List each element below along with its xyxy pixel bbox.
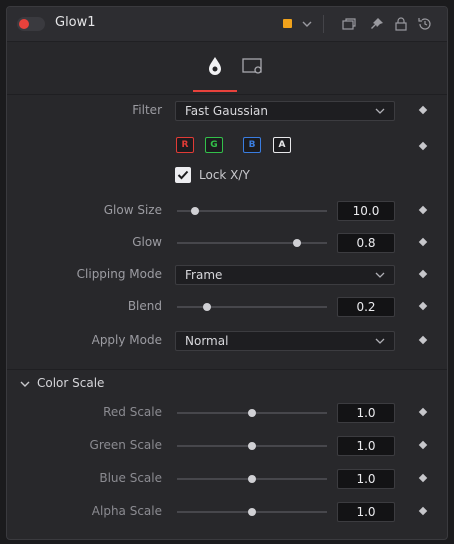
slider-knob[interactable]: [248, 409, 256, 417]
green-scale-value[interactable]: 1.0: [337, 436, 395, 456]
slider-knob[interactable]: [191, 207, 199, 215]
chevron-down-icon: [375, 108, 385, 114]
keyframe-diamond[interactable]: [418, 440, 428, 450]
apply-mode-value: Normal: [185, 334, 229, 348]
keyframe-diamond[interactable]: [418, 506, 428, 516]
node-title: Glow1: [55, 15, 96, 30]
green-scale-row: Green Scale 1.0: [7, 434, 447, 458]
chevron-down-icon: [20, 381, 30, 387]
apply-mode-label: Apply Mode: [91, 333, 162, 347]
glow-size-slider[interactable]: [177, 207, 327, 215]
slider-knob[interactable]: [203, 303, 211, 311]
pin-icon[interactable]: [369, 16, 385, 32]
keyframe-diamond[interactable]: [418, 237, 428, 247]
active-tab-indicator: [193, 90, 237, 92]
red-scale-value[interactable]: 1.0: [337, 403, 395, 423]
reset-icon[interactable]: [417, 16, 433, 32]
glow-size-label: Glow Size: [103, 203, 162, 217]
enable-dot: [19, 19, 29, 29]
clipping-mode-row: Clipping Mode Frame: [7, 263, 447, 287]
apply-mode-row: Apply Mode Normal: [7, 329, 447, 353]
clipping-mode-label: Clipping Mode: [76, 267, 162, 281]
clipping-mode-value: Frame: [185, 268, 223, 282]
color-scale-section-header[interactable]: Color Scale: [7, 369, 447, 396]
alpha-scale-slider[interactable]: [177, 508, 327, 516]
alpha-scale-row: Alpha Scale 1.0: [7, 500, 447, 524]
lock-xy-checkbox[interactable]: [175, 167, 191, 183]
blue-scale-row: Blue Scale 1.0: [7, 467, 447, 491]
slider-knob[interactable]: [248, 475, 256, 483]
channel-alpha-button[interactable]: A: [273, 137, 291, 153]
chevron-down-icon: [375, 272, 385, 278]
clipping-mode-dropdown[interactable]: Frame: [175, 265, 395, 285]
inspector-tabs: [7, 42, 447, 95]
keyframe-diamond[interactable]: [418, 141, 428, 151]
keyframe-diamond[interactable]: [418, 205, 428, 215]
lock-icon[interactable]: [393, 16, 409, 32]
droplet-icon[interactable]: [203, 54, 227, 78]
alpha-scale-label: Alpha Scale: [91, 504, 162, 518]
blue-scale-label: Blue Scale: [99, 471, 162, 485]
blue-scale-slider[interactable]: [177, 475, 327, 483]
lock-xy-label: Lock X/Y: [199, 168, 250, 182]
green-scale-label: Green Scale: [89, 438, 162, 452]
red-scale-slider[interactable]: [177, 409, 327, 417]
filter-label: Filter: [132, 103, 162, 117]
enable-toggle[interactable]: [17, 17, 45, 31]
keyframe-diamond[interactable]: [418, 335, 428, 345]
blend-value[interactable]: 0.2: [337, 297, 395, 317]
slider-knob[interactable]: [293, 239, 301, 247]
filter-row: Filter Fast Gaussian: [7, 99, 447, 123]
channel-green-button[interactable]: G: [205, 137, 223, 153]
inspector-panel: Glow1 Filter Fast Gaussian R G B A Lock: [6, 6, 448, 540]
glow-size-value[interactable]: 10.0: [337, 201, 395, 221]
keyframe-diamond[interactable]: [418, 473, 428, 483]
chevron-down-icon: [375, 338, 385, 344]
keyframe-diamond[interactable]: [418, 105, 428, 115]
blend-label: Blend: [127, 299, 162, 313]
blue-scale-value[interactable]: 1.0: [337, 469, 395, 489]
channels-row: R G B A: [7, 135, 447, 159]
green-scale-slider[interactable]: [177, 442, 327, 450]
check-icon: [177, 170, 189, 180]
glow-value[interactable]: 0.8: [337, 233, 395, 253]
versions-icon[interactable]: [341, 16, 357, 32]
chevron-down-icon[interactable]: [299, 16, 315, 32]
slider-knob[interactable]: [248, 442, 256, 450]
panel-header: Glow1: [7, 7, 447, 42]
glow-slider[interactable]: [177, 239, 327, 247]
channel-red-button[interactable]: R: [176, 137, 194, 153]
keyframe-diamond[interactable]: [418, 407, 428, 417]
slider-knob[interactable]: [248, 508, 256, 516]
color-chip[interactable]: [283, 19, 292, 28]
glow-size-row: Glow Size 10.0: [7, 199, 447, 223]
keyframe-diamond[interactable]: [418, 301, 428, 311]
filter-dropdown[interactable]: Fast Gaussian: [175, 101, 395, 121]
header-separator: [323, 15, 324, 33]
glow-row: Glow 0.8: [7, 231, 447, 255]
red-scale-row: Red Scale 1.0: [7, 401, 447, 425]
blend-slider[interactable]: [177, 303, 327, 311]
glow-label: Glow: [132, 235, 162, 249]
lock-xy-row: Lock X/Y: [7, 165, 447, 189]
blend-row: Blend 0.2: [7, 295, 447, 319]
settings-gear-icon[interactable]: [241, 54, 265, 78]
red-scale-label: Red Scale: [103, 405, 162, 419]
alpha-scale-value[interactable]: 1.0: [337, 502, 395, 522]
channel-blue-button[interactable]: B: [243, 137, 261, 153]
apply-mode-dropdown[interactable]: Normal: [175, 331, 395, 351]
filter-value: Fast Gaussian: [185, 104, 268, 118]
keyframe-diamond[interactable]: [418, 269, 428, 279]
color-scale-title: Color Scale: [37, 376, 105, 390]
